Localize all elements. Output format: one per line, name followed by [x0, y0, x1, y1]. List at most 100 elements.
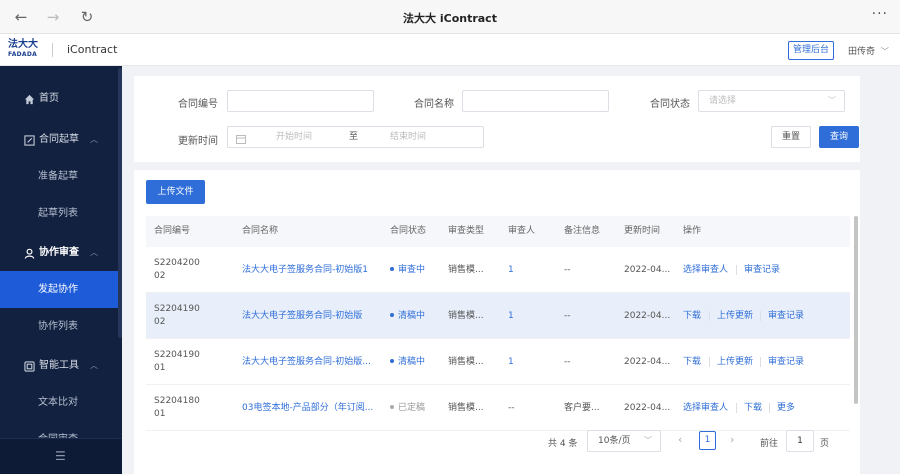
- admin-button[interactable]: 管理后台: [788, 41, 835, 60]
- next-page-icon[interactable]: ›: [730, 433, 734, 446]
- cell-contract-name[interactable]: 法大大电子签服务合同-初始版: [242, 310, 362, 322]
- cell-reviewer: --: [508, 403, 515, 413]
- sidebar-item-label: 文本比对: [38, 397, 78, 408]
- review-record-link[interactable]: 审查记录: [768, 356, 804, 368]
- search-button[interactable]: 查询: [819, 126, 859, 148]
- sidebar-item-label: 起草列表: [38, 208, 78, 219]
- range-separator: 至: [349, 132, 359, 142]
- sidebar-group-draft[interactable]: 合同起草 ︿: [0, 121, 118, 158]
- cell-contract-no: S2204200 02: [154, 258, 200, 281]
- table-panel: 上传文件 合同编号 合同名称 合同状态 审查类型 审查人 备注信息 更新时间 操…: [134, 170, 860, 474]
- sidebar-group-label: 智能工具: [39, 360, 79, 371]
- user-menu[interactable]: 田传奇 ﹀: [848, 44, 889, 57]
- prev-page-icon[interactable]: ‹: [678, 433, 682, 446]
- more-icon[interactable]: ···: [872, 6, 888, 22]
- browser-bar: ← → ↻ 法大大 iContract ···: [0, 0, 900, 34]
- sidebar-item-draft-list[interactable]: 起草列表: [0, 195, 118, 232]
- contract-no-input[interactable]: [227, 90, 374, 112]
- table-scrollbar[interactable]: [854, 216, 858, 404]
- review-record-link[interactable]: 审查记录: [768, 310, 804, 322]
- more-link[interactable]: 更多: [777, 402, 795, 414]
- cell-status: 清稿中: [390, 356, 425, 368]
- sidebar-group-label: 合同起草: [39, 134, 79, 145]
- cell-status: 已定稿: [390, 402, 425, 414]
- upload-update-link[interactable]: 上传更新: [717, 310, 753, 322]
- page-number-current[interactable]: 1: [699, 431, 716, 450]
- pagination-total: 共 4 条: [548, 439, 578, 449]
- cell-reviewer[interactable]: 1: [508, 264, 514, 276]
- tools-icon: [22, 347, 36, 384]
- sidebar-item-label: 首页: [39, 93, 59, 104]
- col-updated: 更新时间: [624, 226, 661, 236]
- col-contract-no: 合同编号: [154, 226, 191, 236]
- calendar-icon: [236, 132, 246, 152]
- sidebar-group-review[interactable]: 协作审查 ︿: [0, 234, 118, 271]
- goto-page-input[interactable]: 1: [786, 430, 814, 452]
- select-reviewer-link[interactable]: 选择审查人: [683, 264, 728, 276]
- cell-updated: 2022-04...: [624, 311, 671, 321]
- col-remark: 备注信息: [564, 226, 601, 236]
- contract-name-input[interactable]: [462, 90, 609, 112]
- contract-no-label: 合同编号: [178, 99, 218, 110]
- end-time-placeholder[interactable]: 结束时间: [390, 127, 426, 147]
- cell-status: 清稿中: [390, 310, 425, 322]
- cell-reviewer[interactable]: 1: [508, 310, 514, 322]
- cell-review-type: 销售模...: [448, 403, 484, 413]
- col-review-type: 审查类型: [448, 226, 485, 236]
- sidebar-item-collab-list[interactable]: 协作列表: [0, 308, 118, 345]
- menu-icon[interactable]: ☰: [55, 449, 66, 463]
- update-time-label: 更新时间: [178, 136, 218, 147]
- cell-contract-no: S2204190 01: [154, 350, 200, 373]
- start-time-placeholder[interactable]: 开始时间: [276, 127, 312, 147]
- cell-remark: --: [564, 357, 571, 367]
- sidebar-scrollbar[interactable]: [118, 68, 122, 338]
- sidebar-footer: ☰: [0, 438, 122, 474]
- table-row[interactable]: S2204200 02 法大大电子签服务合同-初始版1 审查中 销售模... 1 …: [146, 247, 850, 293]
- sidebar-item-home[interactable]: 首页: [0, 80, 118, 117]
- sidebar-group-tools[interactable]: 智能工具 ︿: [0, 347, 118, 384]
- review-record-link[interactable]: 审查记录: [744, 264, 780, 276]
- page-size-select[interactable]: 10条/页 ﹀: [587, 430, 661, 452]
- op-divider: [709, 357, 710, 367]
- chevron-down-icon: ﹀: [644, 436, 652, 445]
- cell-remark: --: [564, 311, 571, 321]
- table-row[interactable]: S2204190 02 法大大电子签服务合同-初始版 清稿中 销售模... 1 -…: [146, 293, 850, 339]
- download-link[interactable]: 下载: [744, 402, 762, 414]
- reset-button[interactable]: 重置: [771, 126, 811, 148]
- download-link[interactable]: 下载: [683, 356, 701, 368]
- app-name: iContract: [67, 43, 118, 56]
- sidebar-group-label: 协作审查: [39, 247, 79, 258]
- col-reviewer: 审查人: [508, 226, 536, 236]
- update-time-range[interactable]: 开始时间 至 结束时间: [227, 126, 484, 148]
- download-link[interactable]: 下载: [683, 310, 701, 322]
- sidebar-item-start-collab[interactable]: 发起协作: [0, 271, 118, 308]
- cell-contract-name[interactable]: 法大大电子签服务合同-初始版...: [242, 356, 371, 368]
- contract-name-label: 合同名称: [414, 99, 454, 110]
- cell-reviewer[interactable]: 1: [508, 356, 514, 368]
- op-divider: [709, 311, 710, 321]
- upload-update-link[interactable]: 上传更新: [717, 356, 753, 368]
- sidebar-item-contract-review[interactable]: 合同审查: [0, 421, 118, 438]
- cell-updated: 2022-04...: [624, 357, 671, 367]
- op-divider: [760, 311, 761, 321]
- header-divider: [52, 43, 53, 57]
- cell-contract-name[interactable]: 03电签本地-产品部分（年订阅...: [242, 402, 373, 414]
- select-reviewer-link[interactable]: 选择审查人: [683, 402, 728, 414]
- cell-contract-no: S2204180 01: [154, 396, 200, 419]
- logo: 法大大 FADADA: [8, 39, 42, 61]
- status-select[interactable]: 请选择 ﹀: [698, 90, 845, 112]
- table-row[interactable]: S2204190 01 法大大电子签服务合同-初始版... 清稿中 销售模... …: [146, 339, 850, 385]
- sidebar-item-text-compare[interactable]: 文本比对: [0, 384, 118, 421]
- sidebar-item-prepare-draft[interactable]: 准备起草: [0, 158, 118, 195]
- cell-updated: 2022-04...: [624, 403, 671, 413]
- status-dot: [390, 266, 394, 271]
- status-placeholder: 请选择: [709, 96, 737, 106]
- op-divider: [736, 403, 737, 413]
- chevron-down-icon: ﹀: [880, 47, 889, 56]
- cell-contract-name[interactable]: 法大大电子签服务合同-初始版1: [242, 264, 368, 276]
- cell-updated: 2022-04...: [624, 265, 671, 275]
- page-size-value: 10条/页: [598, 436, 631, 446]
- upload-file-button[interactable]: 上传文件: [146, 180, 205, 204]
- filter-panel: 合同编号 合同名称 合同状态 请选择 ﹀ 更新时间 开始时间 至 结束时间 重置…: [134, 76, 860, 162]
- table-row[interactable]: S2204180 01 03电签本地-产品部分（年订阅... 已定稿 销售模...…: [146, 385, 850, 431]
